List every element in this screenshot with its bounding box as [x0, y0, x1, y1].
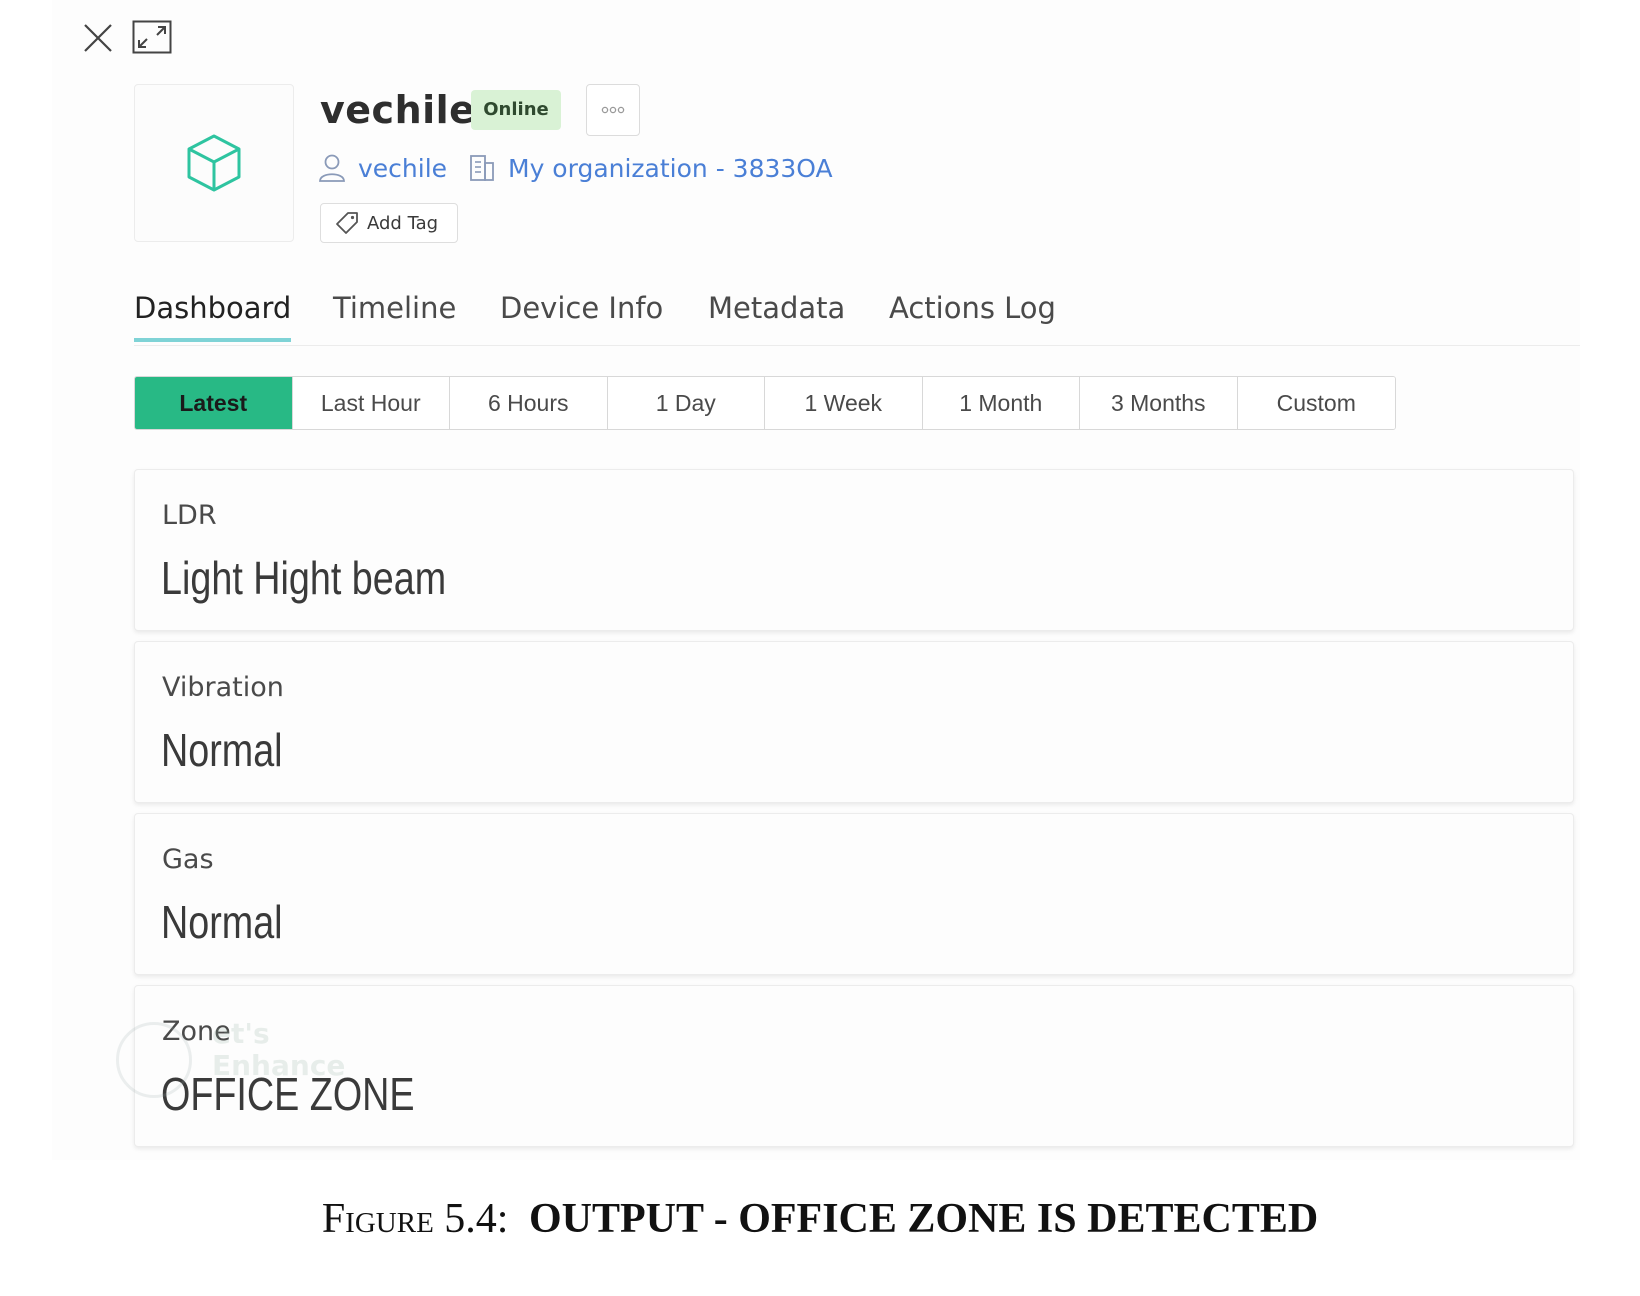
range-last-hour[interactable]: Last Hour: [292, 377, 450, 429]
tab-device-info[interactable]: Device Info: [500, 288, 663, 338]
watermark-logo: et's Enhance: [110, 1018, 350, 1118]
user-icon: [319, 154, 345, 182]
tab-actions-log[interactable]: Actions Log: [889, 288, 1056, 338]
widget-label: LDR: [162, 500, 217, 531]
tab-bar: Dashboard Timeline Device Info Metadata …: [134, 270, 1580, 346]
widget-ldr: LDR Light Hight beam: [134, 469, 1574, 631]
more-dots-icon: [601, 106, 625, 114]
tag-icon: [336, 212, 358, 234]
add-tag-label: Add Tag: [367, 212, 439, 234]
device-name: vechile: [320, 88, 476, 132]
device-image: [134, 84, 294, 242]
figure-caption: Figure 5.4: OUTPUT - OFFICE ZONE IS DETE…: [0, 1195, 1640, 1243]
range-latest[interactable]: Latest: [135, 377, 293, 429]
tab-timeline[interactable]: Timeline: [333, 288, 456, 338]
widget-value: Normal: [161, 724, 283, 776]
widget-label: Gas: [162, 844, 214, 875]
caption-prefix: Figure 5.4:: [321, 1196, 509, 1242]
widget-value: Light Hight beam: [161, 552, 447, 604]
widget-vibration: Vibration Normal: [134, 641, 1574, 803]
range-1-week[interactable]: 1 Week: [765, 377, 923, 429]
tab-dashboard[interactable]: Dashboard: [134, 288, 292, 342]
watermark-text: et's Enhance: [212, 1017, 346, 1082]
cube-icon: [187, 134, 241, 192]
widget-gas: Gas Normal: [134, 813, 1574, 975]
watermark-ring: [116, 1022, 192, 1098]
range-custom[interactable]: Custom: [1237, 377, 1395, 429]
widget-label: Vibration: [162, 672, 284, 703]
building-icon: [470, 155, 494, 181]
owner-link[interactable]: vechile: [358, 154, 447, 183]
tab-metadata[interactable]: Metadata: [708, 288, 845, 338]
organization-link[interactable]: My organization - 3833OA: [508, 154, 833, 183]
add-tag-button[interactable]: Add Tag: [320, 203, 458, 243]
more-options-button[interactable]: [586, 84, 640, 136]
range-3-months[interactable]: 3 Months: [1080, 377, 1238, 429]
organization-row: My organization - 3833OA: [468, 148, 833, 188]
status-badge: Online: [471, 90, 561, 130]
caption-title: OUTPUT - OFFICE ZONE IS DETECTED: [528, 1196, 1319, 1242]
close-icon[interactable]: [82, 22, 114, 54]
owner-row: vechile: [318, 148, 447, 188]
widget-zone: Zone OFFICE ZONE: [134, 985, 1574, 1147]
expand-icon[interactable]: [132, 20, 172, 54]
widget-value: Normal: [161, 896, 283, 948]
time-range-selector: Latest Last Hour 6 Hours 1 Day 1 Week 1 …: [134, 376, 1396, 430]
range-1-day[interactable]: 1 Day: [607, 377, 765, 429]
range-1-month[interactable]: 1 Month: [922, 377, 1080, 429]
range-6-hours[interactable]: 6 Hours: [450, 377, 608, 429]
